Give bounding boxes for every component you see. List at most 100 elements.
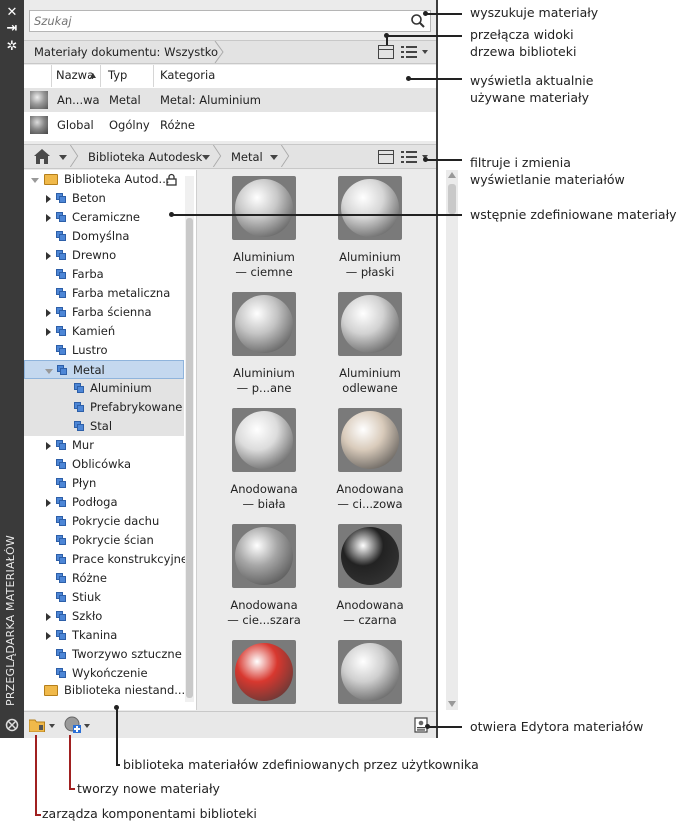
chevron-down-icon[interactable] [270, 155, 278, 160]
material-tile[interactable]: Anodowana — czarna [328, 518, 418, 628]
callout-filter: filtruje i zmienia wyświetlanie materiał… [470, 154, 625, 188]
tree-subitem[interactable]: Prefabrykowane [24, 398, 184, 417]
properties-icon[interactable]: ✲ [4, 40, 20, 54]
document-filter-dropdown[interactable]: Materiały dokumentu: Wszystko [34, 45, 218, 59]
tree-item-label: Stal [90, 419, 113, 433]
autohide-icon[interactable]: ⇥ [4, 22, 20, 36]
material-tile[interactable]: Anodowana — ci...zowa [328, 402, 418, 512]
callout-filter-line1: filtruje i zmienia [470, 155, 571, 170]
callout-toggle-views-line2: drzewa biblioteki [470, 44, 577, 59]
tree-item[interactable]: Farba [24, 265, 184, 284]
callout-create-new: tworzy nowe materiały [77, 781, 220, 796]
chevron-down-icon[interactable] [422, 50, 428, 54]
tree-item[interactable]: Ceramiczne [24, 208, 184, 227]
material-tile[interactable]: Aluminium — płaski [328, 170, 418, 280]
material-swatch [232, 524, 296, 588]
tree-item-label: Tkanina [72, 628, 118, 642]
create-material-icon[interactable] [64, 716, 81, 733]
tree-item[interactable]: Szkło [24, 607, 184, 626]
tree-scrollbar-thumb[interactable] [186, 218, 193, 698]
column-header-category[interactable]: Kategoria [160, 68, 215, 82]
material-tile-name-line1: Anodowana [230, 482, 298, 496]
tree-item[interactable]: Pokrycie dachu [24, 512, 184, 531]
tree-item[interactable]: Metal [24, 360, 184, 379]
tree-item[interactable]: Podłoga [24, 493, 184, 512]
tree-subitem[interactable]: Aluminium [24, 379, 184, 398]
material-tile-name-line1: Aluminium [339, 250, 401, 264]
tree-item[interactable]: Prace konstrukcyjne [24, 550, 188, 569]
tree-item[interactable]: Mur [24, 436, 184, 455]
close-icon[interactable]: ✕ [4, 6, 20, 20]
tree-item[interactable]: Tworzywo sztuczne [24, 645, 184, 664]
table-row[interactable]: Global Ogólny Różne [24, 113, 436, 137]
chevron-right-icon[interactable] [46, 309, 51, 317]
list-view-icon[interactable] [401, 150, 417, 164]
callout-current-materials-line1: wyświetla aktualnie [470, 73, 594, 88]
scroll-down-icon[interactable] [448, 701, 456, 707]
scroll-up-icon[interactable] [448, 172, 456, 178]
tree-user-library[interactable]: Biblioteka niestand... [24, 681, 185, 700]
manage-library-icon[interactable] [29, 717, 45, 732]
tree-root-label: Biblioteka Autod... [64, 172, 170, 186]
material-type: Ogólny [109, 118, 150, 132]
chevron-right-icon[interactable] [46, 632, 51, 640]
material-type: Metal [109, 93, 141, 107]
tree-item[interactable]: Różne [24, 569, 184, 588]
chevron-down-icon[interactable] [45, 369, 53, 374]
tree-item[interactable]: Domyślna [24, 227, 184, 246]
category-icon [56, 345, 67, 356]
chevron-right-icon[interactable] [46, 252, 51, 260]
tree-item[interactable]: Tkanina [24, 626, 184, 645]
palette-options-icon[interactable] [5, 718, 19, 732]
tree-item[interactable]: Pokrycie ścian [24, 531, 184, 550]
grid-scrollbar-thumb[interactable] [448, 184, 456, 214]
tree-item[interactable]: Farba ścienna [24, 303, 184, 322]
material-tile-name: Anodowana — biała [216, 482, 312, 512]
tree-item[interactable]: Stiuk [24, 588, 184, 607]
search-input[interactable] [30, 11, 400, 31]
grid-scrollbar[interactable] [446, 170, 458, 710]
toggle-library-tree-icon[interactable] [378, 150, 394, 164]
chevron-down-icon[interactable] [84, 724, 90, 728]
table-row[interactable]: An...wa Metal Metal: Aluminium [24, 88, 436, 112]
material-tile[interactable]: Aluminium odlewane [328, 286, 418, 396]
column-header-type[interactable]: Typ [108, 68, 127, 82]
chevron-right-icon[interactable] [46, 214, 51, 222]
chevron-down-icon[interactable] [49, 724, 55, 728]
tree-item[interactable]: Oblicówka [24, 455, 184, 474]
chevron-down-icon[interactable] [59, 155, 67, 160]
chevron-right-icon[interactable] [46, 328, 51, 336]
chevron-right-icon[interactable] [46, 499, 51, 507]
chevron-right-icon[interactable] [46, 442, 51, 450]
breadcrumb-library[interactable]: Biblioteka Autodesk [88, 150, 202, 164]
tree-item[interactable]: Kamień [24, 322, 184, 341]
breadcrumb-category[interactable]: Metal [231, 150, 263, 164]
library-breadcrumb-bar: Biblioteka Autodesk Metal [24, 144, 436, 169]
chevron-right-icon[interactable] [46, 613, 51, 621]
callout-toggle-views: przełącza widoki drzewa biblioteki [470, 26, 576, 60]
tree-item[interactable]: Drewno [24, 246, 184, 265]
tree-subitem[interactable]: Stal [24, 417, 184, 436]
material-tile-name: Aluminium — p...ane [216, 366, 312, 396]
tree-item[interactable]: Lustro [24, 341, 184, 360]
material-tile[interactable]: Anodowana — biała [222, 402, 312, 512]
callout-manage-components: zarządza komponentami biblioteki [42, 806, 257, 821]
tree-item[interactable]: Farba metaliczna [24, 284, 184, 303]
tree-item[interactable]: Płyn [24, 474, 184, 493]
tree-item-label: Szkło [72, 609, 103, 623]
category-icon [56, 250, 67, 261]
column-header-name[interactable]: Nazwa [56, 68, 94, 82]
toggle-view-icon[interactable] [378, 45, 394, 59]
tree-root-library[interactable]: Biblioteka Autod... [24, 170, 184, 189]
tree-item[interactable]: Beton [24, 189, 184, 208]
material-tile[interactable]: Anodowana — cie...szara [222, 518, 312, 628]
chevron-down-icon[interactable] [202, 155, 210, 160]
home-icon[interactable] [34, 149, 50, 164]
material-tile[interactable]: Aluminium — p...ane [222, 286, 312, 396]
material-tile[interactable]: Aluminium — ciemne [222, 170, 312, 280]
chevron-right-icon[interactable] [46, 195, 51, 203]
list-view-icon[interactable] [401, 45, 417, 59]
palette-content: Materiały dokumentu: Wszystko Nazwa Typ … [24, 0, 458, 738]
breadcrumb-arrow-icon [280, 145, 290, 167]
callout-search: wyszukuje materiały [470, 5, 599, 20]
